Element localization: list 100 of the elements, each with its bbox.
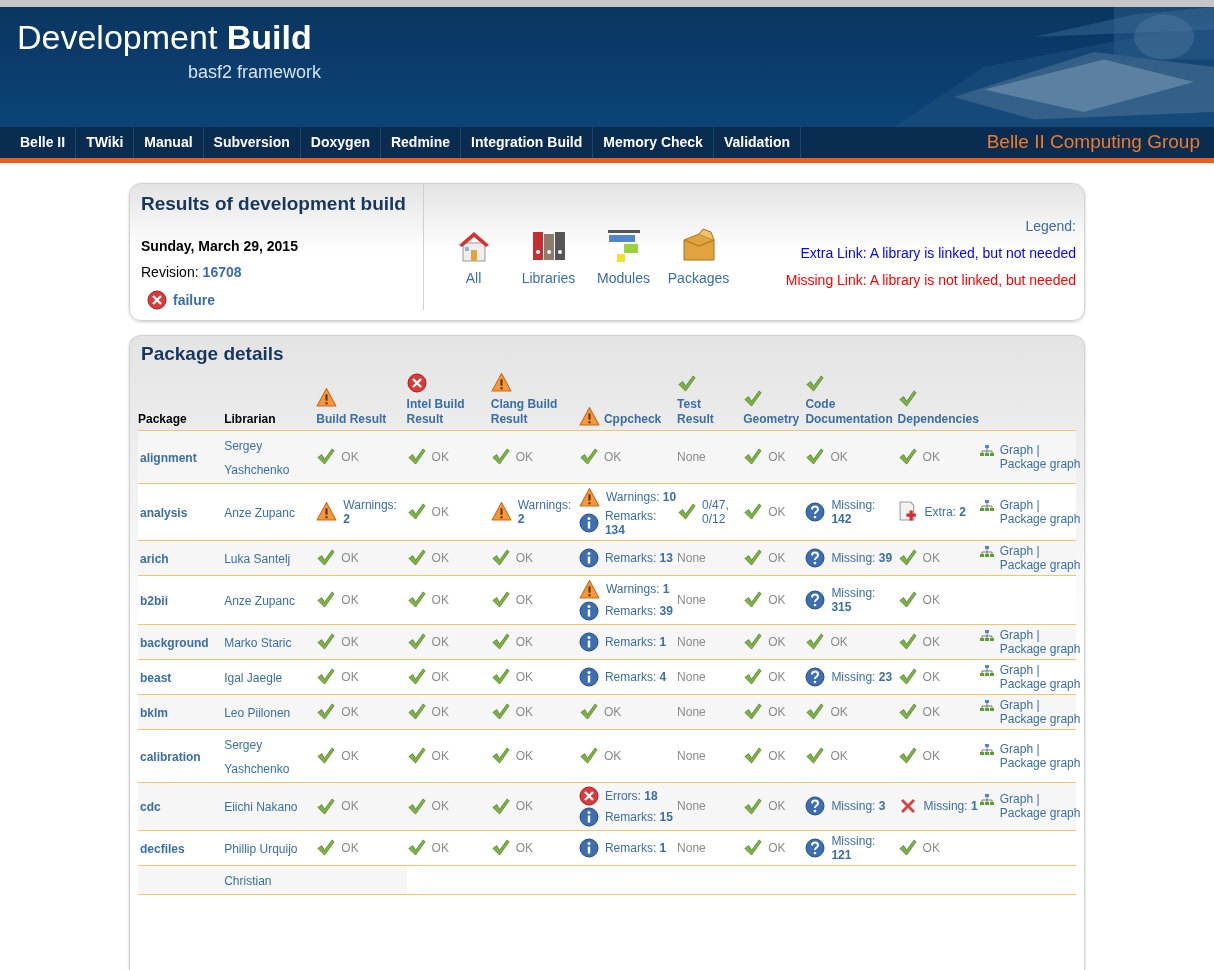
check-icon (677, 373, 697, 393)
view-link[interactable]: All (446, 228, 501, 289)
result-text: OK (603, 704, 622, 719)
librarian-name: Phillip Urquijo (224, 841, 298, 856)
package-link[interactable]: arich (140, 551, 169, 566)
graph-link[interactable]: Graph (999, 662, 1034, 677)
package-link[interactable]: cdc (140, 800, 161, 814)
column-header[interactable]: Build Result (316, 411, 387, 427)
graph-link[interactable]: Graph (999, 627, 1034, 642)
graph-link[interactable]: Graph (999, 697, 1034, 712)
graph-link[interactable]: Graph (999, 543, 1034, 558)
column-header[interactable]: Test Result (677, 396, 740, 427)
nav-link[interactable]: Redmine (380, 127, 462, 158)
package-graph-link[interactable]: Package graph (999, 557, 1081, 572)
result-text: OK (515, 449, 534, 464)
graph-link[interactable]: Graph (999, 741, 1034, 756)
column-header[interactable]: Geometry (743, 411, 800, 427)
result-text: OK (431, 669, 449, 684)
column-header[interactable]: Intel Build Result (406, 396, 487, 427)
warning-icon (490, 501, 512, 522)
check-icon (406, 838, 426, 857)
result-text: OK (515, 634, 534, 649)
nav-link[interactable]: Memory Check (593, 127, 714, 158)
result-count: Remarks: 1 (604, 634, 667, 649)
package-link[interactable]: beast (140, 670, 172, 685)
result-text: OK (341, 634, 359, 649)
info-icon (578, 837, 599, 858)
check-icon (490, 796, 510, 816)
package-graph-link[interactable]: Package graph (999, 511, 1081, 526)
package-graph-link[interactable]: Package graph (999, 456, 1081, 471)
revision-link[interactable]: 16708 (202, 261, 242, 283)
check-icon (897, 838, 917, 857)
package-graph-link[interactable]: Package graph (999, 755, 1081, 770)
nav-link[interactable]: Validation (713, 127, 802, 158)
result-text: OK (515, 799, 534, 813)
result-text: None (677, 634, 706, 649)
result-count: Missing: 1 (923, 799, 978, 813)
package-link[interactable]: alignment (140, 450, 197, 465)
package-link[interactable]: analysis (140, 505, 188, 520)
result-count: Warnings: 10 (605, 490, 677, 504)
check-icon (743, 632, 763, 651)
result-count: Missing: 23 (831, 669, 893, 684)
column-header[interactable]: Cppcheck (603, 411, 662, 427)
check-icon (406, 502, 426, 521)
package-link[interactable]: calibration (140, 749, 201, 764)
package-link[interactable]: b2bii (140, 593, 168, 608)
column-header[interactable]: Dependencies (897, 411, 979, 427)
package-link[interactable]: decfiles (140, 841, 185, 856)
check-icon (406, 632, 426, 651)
check-icon (406, 590, 426, 609)
check-icon (897, 746, 917, 765)
check-icon (743, 796, 763, 816)
nav-link[interactable]: Doxygen (300, 127, 381, 158)
column-header[interactable]: Code Documentation (805, 396, 894, 427)
graph-link[interactable]: Graph (999, 792, 1034, 806)
view-link[interactable]: Modules (596, 228, 651, 289)
nav-link[interactable]: Belle II (10, 127, 77, 158)
package-link[interactable]: bklm (140, 705, 168, 720)
hierarchy-icon (979, 698, 994, 713)
info-icon (578, 631, 599, 652)
result-text: OK (922, 748, 940, 763)
link-separator: | (1036, 442, 1040, 457)
check-icon (490, 632, 510, 651)
site-subtitle: basf2 framework (188, 61, 322, 84)
result-count: Missing: 142 (831, 497, 877, 526)
result-text: OK (768, 449, 786, 464)
help-icon (805, 796, 826, 816)
check-icon (897, 590, 917, 609)
check-icon (743, 388, 763, 408)
result-text: OK (922, 704, 940, 719)
nav-link[interactable]: TWiki (76, 127, 135, 158)
warning-icon (578, 486, 600, 508)
nav-link[interactable]: Integration Build (461, 127, 594, 158)
result-text: OK (922, 669, 940, 684)
status-link[interactable]: failure (173, 289, 215, 311)
warning-icon (316, 386, 338, 408)
librarian-name: Eiichi Nakano (224, 800, 298, 814)
result-text: OK (768, 748, 786, 763)
nav-link[interactable]: Subversion (203, 127, 301, 158)
hierarchy-icon (979, 498, 994, 513)
result-text: OK (515, 550, 534, 565)
column-header[interactable]: Clang Build Result (490, 396, 575, 427)
view-link[interactable]: Libraries (521, 228, 576, 289)
result-text: OK (431, 748, 449, 763)
package-graph-link[interactable]: Package graph (999, 711, 1081, 726)
check-icon (490, 667, 510, 686)
box-icon (680, 228, 717, 264)
group-name: Belle II Computing Group (986, 130, 1201, 155)
graph-link[interactable]: Graph (999, 442, 1034, 457)
package-graph-link[interactable]: Package graph (999, 676, 1081, 691)
hierarchy-icon (979, 544, 994, 559)
graph-link[interactable]: Graph (999, 497, 1034, 512)
result-count: Warnings: 2 (517, 497, 573, 526)
check-icon (406, 702, 426, 721)
result-text: OK (830, 634, 848, 649)
package-graph-link[interactable]: Package graph (999, 806, 1081, 820)
nav-link[interactable]: Manual (134, 127, 204, 158)
package-link[interactable]: background (140, 635, 209, 650)
help-icon (805, 589, 826, 610)
package-graph-link[interactable]: Package graph (999, 641, 1081, 656)
